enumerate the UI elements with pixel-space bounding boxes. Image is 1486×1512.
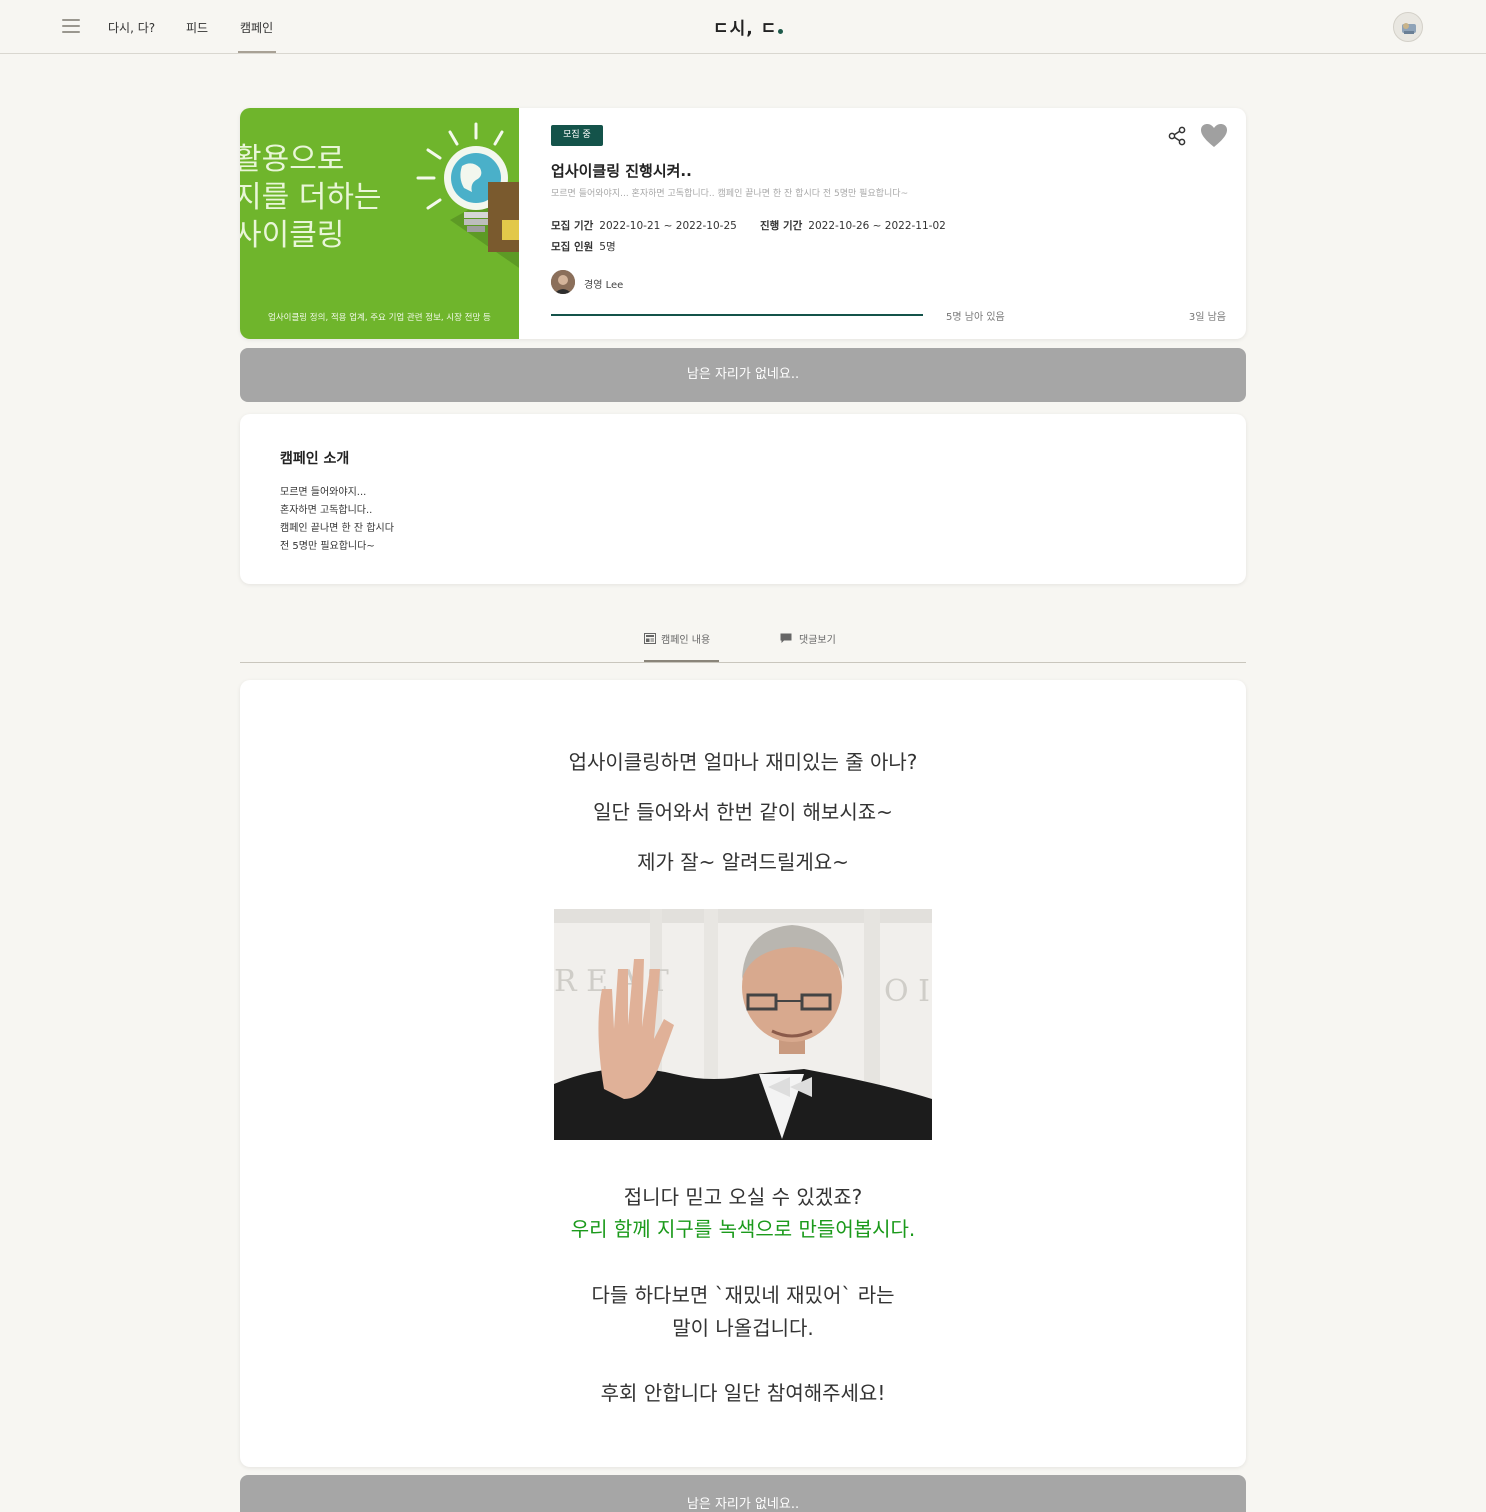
- intro-line: 전 5명만 필요합니다~: [280, 541, 375, 552]
- nav-link-feed[interactable]: 피드: [186, 19, 208, 36]
- recruit-period: 모집 기간 2022-10-21 ~ 2022-10-25: [551, 218, 737, 233]
- logo-dot: [778, 29, 784, 34]
- host-photo: R E A T O I: [554, 909, 932, 1140]
- intro-line: 캠페인 끝나면 한 잔 합시다: [280, 523, 394, 534]
- intro-body: 모르면 들어와야지... 혼자하면 고독합니다.. 캠페인 끝나면 한 잔 합시…: [280, 484, 394, 556]
- svg-text:O I: O I: [884, 974, 930, 1009]
- share-icon[interactable]: [1167, 126, 1187, 146]
- status-badge: 모집 중: [551, 125, 603, 146]
- tab-comments[interactable]: 댓글보기: [780, 631, 836, 646]
- progress-period: 진행 기간 2022-10-26 ~ 2022-11-02: [760, 218, 946, 233]
- lightbulb-globe-icon: [416, 122, 519, 268]
- content-line: 후회 안합니다 일단 참여해주세요!: [600, 1381, 886, 1405]
- progress-period-label: 진행 기간: [760, 220, 803, 232]
- content-line: 접니다 믿고 오실 수 있겠죠?: [623, 1185, 863, 1209]
- campaign-description: 모르면 들어와야지... 혼자하면 고독합니다.. 캠페인 끝나면 한 잔 합시…: [551, 189, 909, 199]
- intro-line: 모르면 들어와야지...: [280, 487, 367, 498]
- thumbnail-caption: 업사이클링 정의, 적용 업계, 주요 기업 관련 정보, 시장 전망 등: [268, 313, 491, 323]
- content-line: 일단 들어와서 한번 같이 해보시죠~: [593, 800, 893, 824]
- author-name[interactable]: 경영 Lee: [584, 276, 623, 291]
- tabs-divider: [240, 662, 1246, 663]
- content-line: 말이 나올겁니다.: [672, 1316, 814, 1340]
- tab-campaign-content[interactable]: 캠페인 내용: [644, 631, 710, 646]
- recruit-count: 모집 인원 5명: [551, 239, 616, 254]
- intro-line: 혼자하면 고독합니다..: [280, 505, 373, 516]
- tab-label: 캠페인 내용: [661, 635, 711, 646]
- heart-icon[interactable]: [1200, 123, 1228, 149]
- menu-icon[interactable]: [62, 19, 80, 33]
- logo[interactable]: ㄷ시, ㄷ: [713, 14, 784, 39]
- nav-active-indicator: [238, 51, 276, 53]
- recruit-period-value: 2022-10-21 ~ 2022-10-25: [599, 220, 737, 232]
- recruit-period-label: 모집 기간: [551, 220, 594, 232]
- campaign-intro-card: 캠페인 소개 모르면 들어와야지... 혼자하면 고독합니다.. 캠페인 끝나면…: [240, 414, 1246, 584]
- content-line: 제가 잘~ 알려드릴게요~: [637, 850, 849, 874]
- intro-heading: 캠페인 소개: [280, 451, 350, 467]
- content-line: 다들 하다보면 `재밌네 재밌어` 라는: [591, 1283, 895, 1307]
- recruit-progress-bar: [551, 314, 923, 316]
- join-button-full-bottom[interactable]: 남은 자리가 없네요..: [240, 1475, 1246, 1512]
- author-avatar[interactable]: [551, 270, 575, 294]
- user-avatar[interactable]: [1393, 12, 1423, 42]
- campaign-summary-card: 활용으로 지를 더하는 사이클링 업사이클링 정의, 적용 업계, 주요 기업 …: [240, 108, 1246, 339]
- thumbnail-text: 사이클링: [240, 218, 345, 253]
- recruit-count-label: 모집 인원: [551, 241, 594, 253]
- campaign-title[interactable]: 업사이클링 진행시켜..: [551, 160, 692, 181]
- nav-link-dasi-da[interactable]: 다시, 다?: [108, 19, 155, 36]
- top-navigation: 다시, 다? 피드 캠페인 ㄷ시, ㄷ: [0, 0, 1486, 54]
- nav-link-campaign[interactable]: 캠페인: [240, 19, 273, 36]
- logo-text: ㄷ시, ㄷ: [713, 19, 778, 39]
- comment-icon: [780, 633, 792, 643]
- content-line: 업사이클링하면 얼마나 재미있는 줄 아나?: [568, 750, 918, 774]
- remaining-people: 5명 남아 있음: [946, 312, 1005, 323]
- tab-label: 댓글보기: [799, 635, 836, 646]
- content-line-highlight: 우리 함께 지구를 녹색으로 만들어봅시다.: [570, 1217, 916, 1241]
- campaign-content-card: 업사이클링하면 얼마나 재미있는 줄 아나? 일단 들어와서 한번 같이 해보시…: [240, 680, 1246, 1467]
- progress-period-value: 2022-10-26 ~ 2022-11-02: [808, 220, 946, 232]
- campaign-thumbnail: 활용으로 지를 더하는 사이클링 업사이클링 정의, 적용 업계, 주요 기업 …: [240, 108, 519, 339]
- recruit-count-value: 5명: [599, 241, 616, 253]
- remaining-days: 3일 남음: [1188, 312, 1226, 323]
- article-icon: [644, 633, 656, 644]
- join-button-full[interactable]: 남은 자리가 없네요..: [240, 348, 1246, 402]
